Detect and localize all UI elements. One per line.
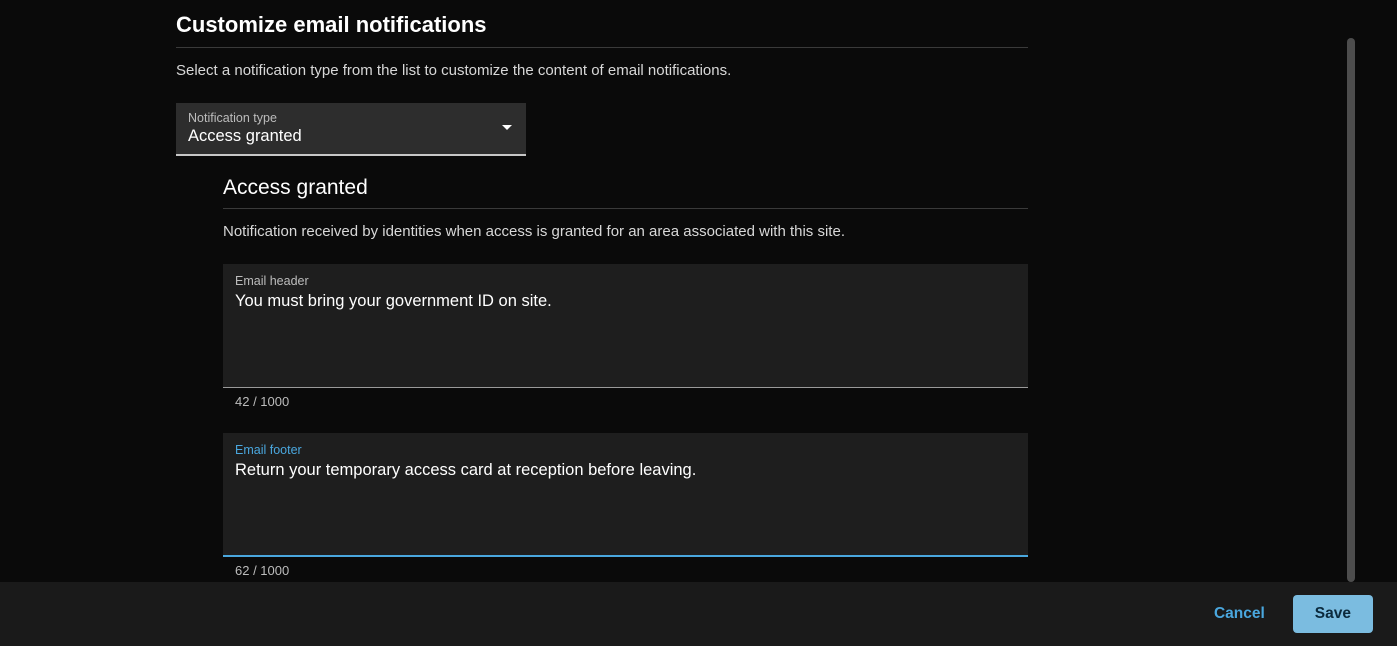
footer-bar: Cancel Save	[0, 582, 1397, 646]
email-footer-textarea[interactable]	[235, 460, 1016, 548]
page-subtitle: Select a notification type from the list…	[176, 62, 1028, 79]
chevron-down-icon	[502, 125, 512, 130]
page-title: Customize email notifications	[176, 12, 1028, 48]
notification-type-select[interactable]: Notification type Access granted	[176, 103, 526, 156]
save-button[interactable]: Save	[1293, 595, 1373, 633]
scrollbar[interactable]	[1347, 38, 1355, 582]
notification-type-label: Notification type	[188, 111, 512, 125]
email-header-label: Email header	[235, 274, 1016, 288]
email-footer-label: Email footer	[235, 443, 1016, 457]
cancel-button[interactable]: Cancel	[1208, 595, 1271, 633]
email-footer-field[interactable]: Email footer	[223, 433, 1028, 557]
email-footer-counter: 62 / 1000	[235, 563, 1028, 578]
email-header-textarea[interactable]	[235, 291, 1016, 379]
section-title: Access granted	[223, 176, 1028, 209]
email-header-field[interactable]: Email header	[223, 264, 1028, 388]
notification-type-value: Access granted	[188, 127, 512, 146]
section-description: Notification received by identities when…	[223, 223, 1028, 240]
email-header-counter: 42 / 1000	[235, 394, 1028, 409]
